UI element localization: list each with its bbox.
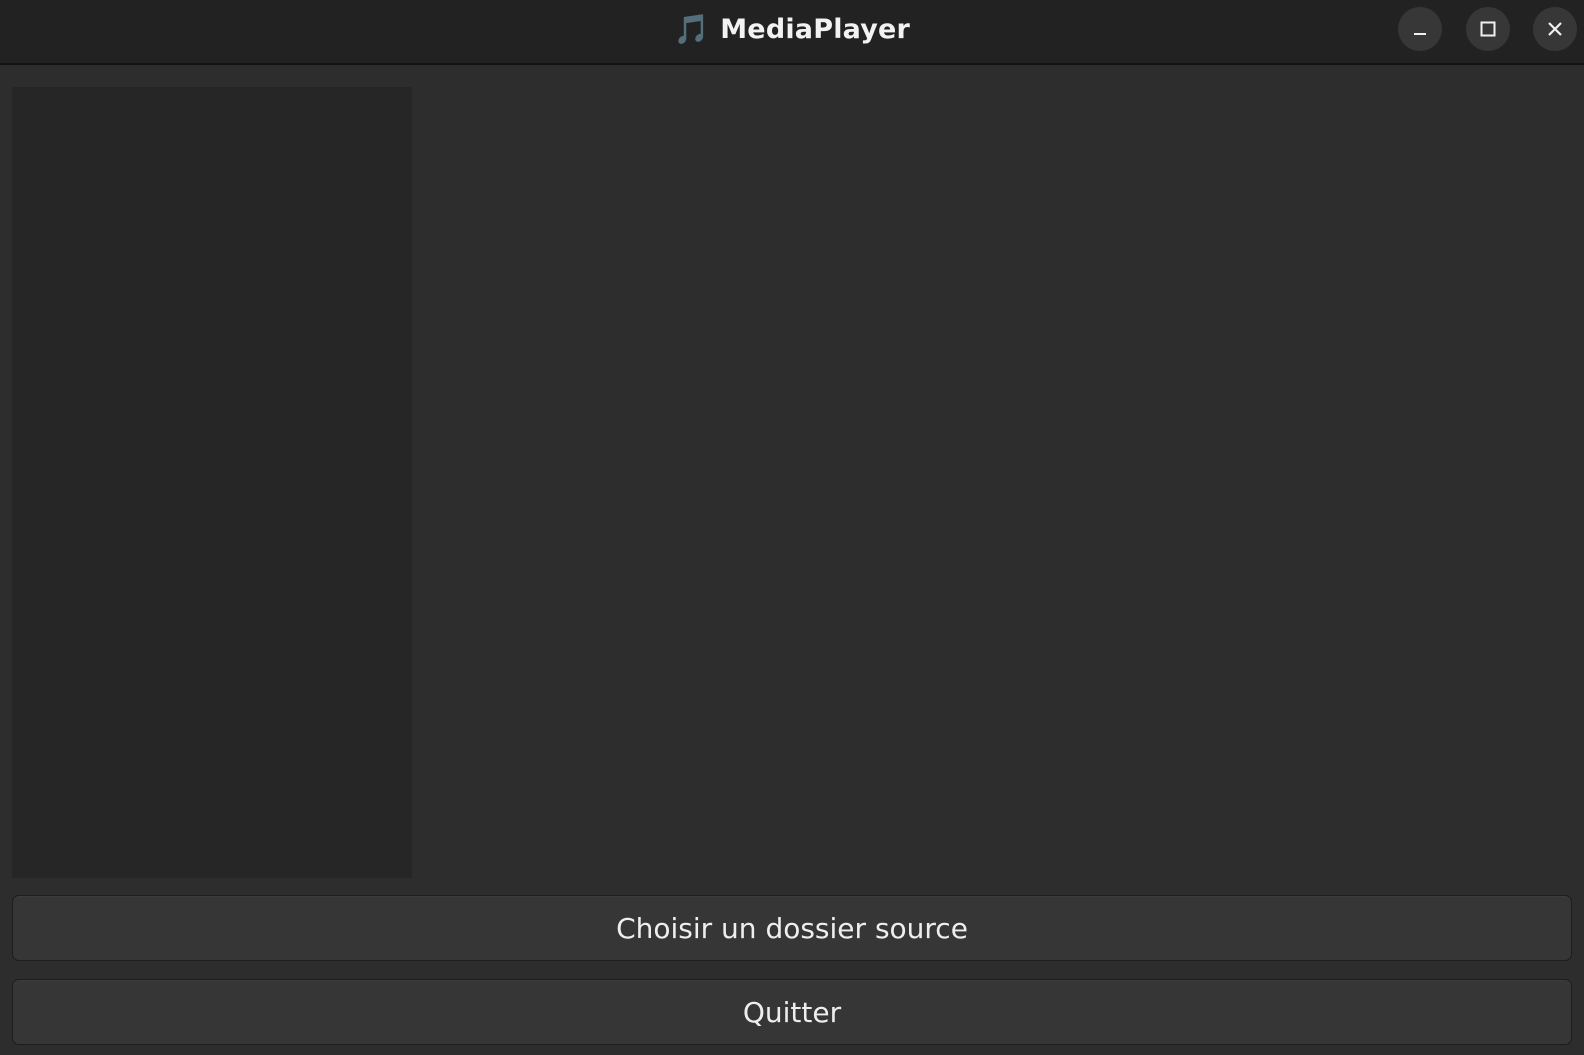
choose-source-folder-label: Choisir un dossier source: [616, 911, 968, 945]
app-window: 🎵 MediaPlayer Choisir un dossier source …: [0, 0, 1584, 1055]
maximize-icon: [1480, 21, 1496, 37]
maximize-button[interactable]: [1466, 7, 1510, 51]
media-list-panel[interactable]: [12, 87, 412, 878]
music-note-icon: 🎵: [673, 11, 711, 46]
choose-source-folder-button[interactable]: Choisir un dossier source: [12, 895, 1572, 961]
minimize-button[interactable]: [1398, 7, 1442, 51]
minimize-icon: [1414, 33, 1426, 35]
quit-button[interactable]: Quitter: [12, 979, 1572, 1045]
close-button[interactable]: [1533, 7, 1577, 51]
window-title: 🎵 MediaPlayer: [0, 0, 1584, 58]
title-bar[interactable]: 🎵 MediaPlayer: [0, 0, 1584, 65]
close-icon: [1548, 22, 1562, 36]
quit-label: Quitter: [742, 995, 842, 1029]
window-title-text: MediaPlayer: [720, 13, 911, 45]
